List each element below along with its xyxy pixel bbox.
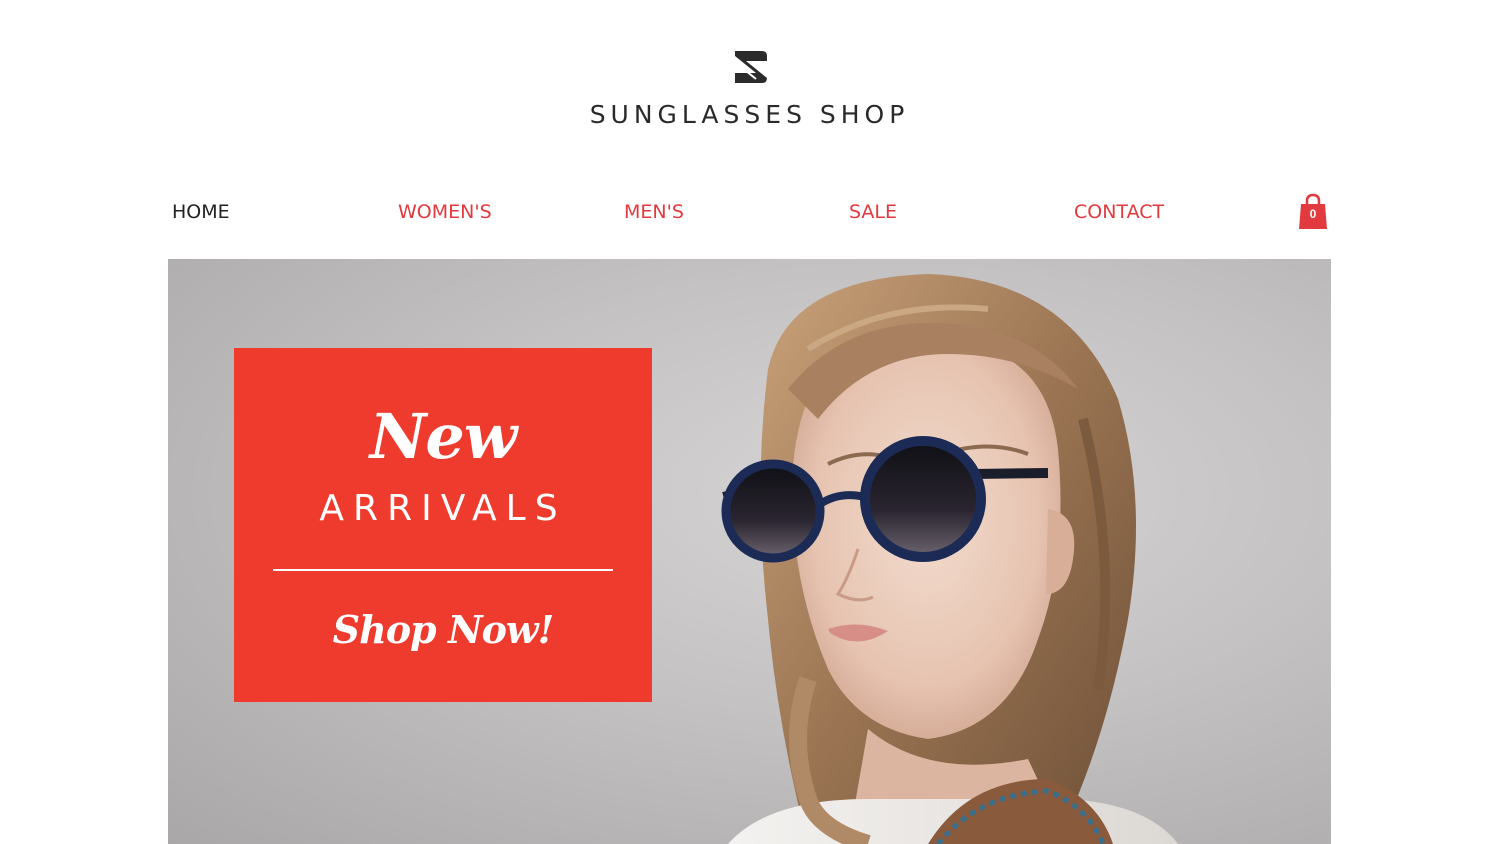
nav-item-sale[interactable]: SALE — [849, 201, 897, 223]
shop-now-link[interactable]: Shop Now! — [234, 607, 652, 652]
hero-banner: New ARRIVALS Shop Now! — [168, 259, 1331, 844]
nav-item-contact[interactable]: CONTACT — [1074, 201, 1164, 223]
nav-item-womens[interactable]: WOMEN'S — [398, 201, 492, 223]
promo-divider — [273, 569, 613, 571]
promo-subtitle: ARRIVALS — [319, 488, 567, 529]
page: SUNGLASSES SHOP HOME WOMEN'S MEN'S SALE … — [0, 0, 1499, 844]
nav-item-mens[interactable]: MEN'S — [624, 201, 684, 223]
cart-count: 0 — [1309, 207, 1317, 221]
promo-title: New — [369, 400, 518, 473]
s-monogram-logo-icon[interactable] — [732, 48, 770, 86]
new-arrivals-promo[interactable]: New ARRIVALS Shop Now! — [234, 348, 652, 702]
cart-button[interactable]: 0 — [1297, 193, 1329, 231]
nav-item-home[interactable]: HOME — [172, 201, 230, 223]
brand-name[interactable]: SUNGLASSES SHOP — [0, 100, 1499, 129]
